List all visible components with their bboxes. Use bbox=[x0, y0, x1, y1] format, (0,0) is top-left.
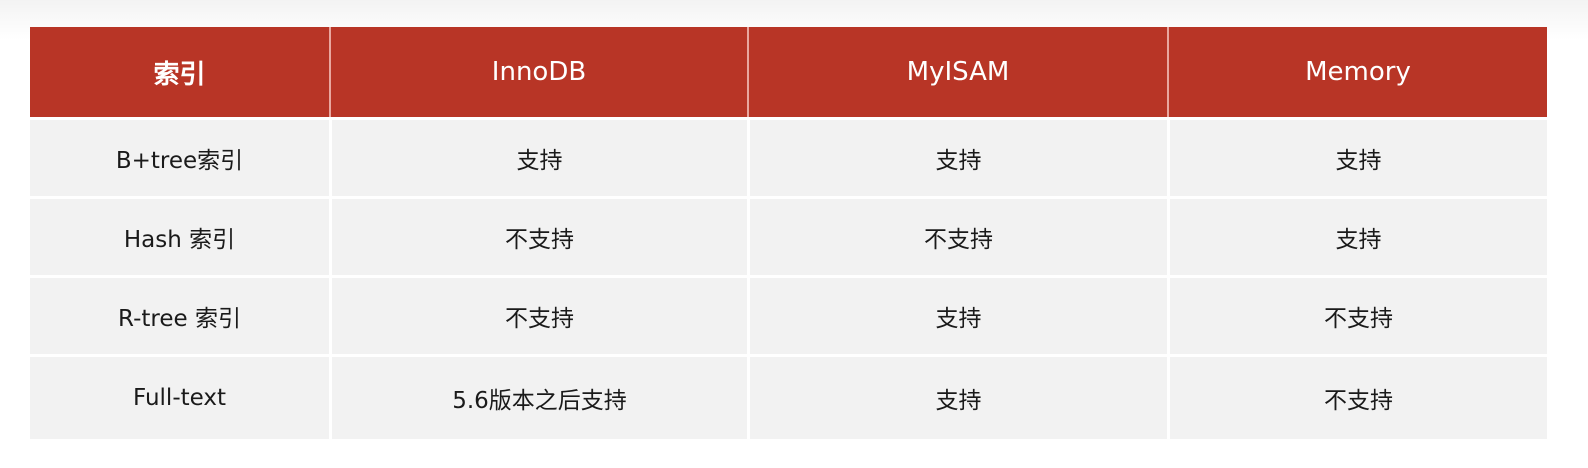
cell-fulltext-innodb: 5.6版本之后支持 bbox=[329, 354, 747, 439]
header-innodb: InnoDB bbox=[329, 27, 747, 117]
header-memory: Memory bbox=[1167, 27, 1547, 117]
table-row: B+tree索引 支持 支持 支持 bbox=[30, 117, 1547, 196]
table-row: Hash 索引 不支持 不支持 支持 bbox=[30, 196, 1547, 275]
index-support-table-container: 索引 InnoDB MyISAM Memory B+tree索引 支持 支持 支… bbox=[30, 27, 1547, 439]
row-label-btree: B+tree索引 bbox=[30, 117, 329, 196]
row-label-rtree: R-tree 索引 bbox=[30, 275, 329, 354]
cell-btree-innodb: 支持 bbox=[329, 117, 747, 196]
header-myisam: MyISAM bbox=[747, 27, 1167, 117]
table-row: R-tree 索引 不支持 支持 不支持 bbox=[30, 275, 1547, 354]
cell-fulltext-memory: 不支持 bbox=[1167, 354, 1547, 439]
cell-hash-memory: 支持 bbox=[1167, 196, 1547, 275]
row-label-fulltext: Full-text bbox=[30, 354, 329, 439]
cell-rtree-memory: 不支持 bbox=[1167, 275, 1547, 354]
header-index: 索引 bbox=[30, 27, 329, 117]
index-support-table: 索引 InnoDB MyISAM Memory B+tree索引 支持 支持 支… bbox=[30, 27, 1547, 439]
cell-btree-myisam: 支持 bbox=[747, 117, 1167, 196]
cell-hash-myisam: 不支持 bbox=[747, 196, 1167, 275]
table-header-row: 索引 InnoDB MyISAM Memory bbox=[30, 27, 1547, 117]
cell-fulltext-myisam: 支持 bbox=[747, 354, 1167, 439]
table-row: Full-text 5.6版本之后支持 支持 不支持 bbox=[30, 354, 1547, 439]
cell-hash-innodb: 不支持 bbox=[329, 196, 747, 275]
cell-btree-memory: 支持 bbox=[1167, 117, 1547, 196]
cell-rtree-myisam: 支持 bbox=[747, 275, 1167, 354]
cell-rtree-innodb: 不支持 bbox=[329, 275, 747, 354]
row-label-hash: Hash 索引 bbox=[30, 196, 329, 275]
